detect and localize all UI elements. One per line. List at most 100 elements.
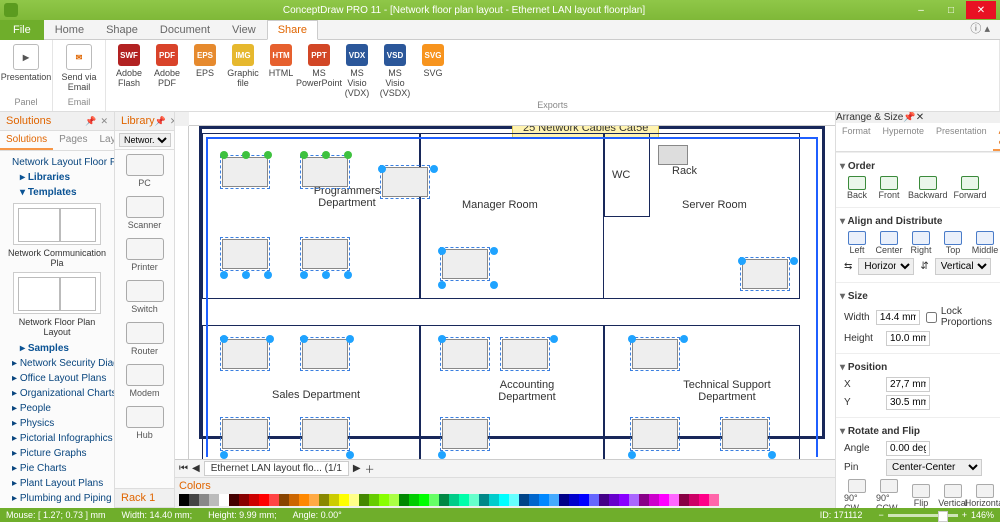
subtab-solutions[interactable]: Solutions	[0, 131, 53, 150]
tab-home[interactable]: Home	[44, 20, 95, 40]
x-input[interactable]	[886, 377, 930, 392]
color-swatch[interactable]	[189, 494, 199, 506]
color-swatch[interactable]	[249, 494, 259, 506]
export-eps[interactable]: EPSEPS	[188, 44, 222, 98]
section-size[interactable]: Size	[840, 291, 992, 302]
color-swatch[interactable]	[569, 494, 579, 506]
tab-shape[interactable]: Shape	[95, 20, 149, 40]
pc-shape[interactable]	[722, 419, 768, 449]
color-swatch[interactable]	[509, 494, 519, 506]
tree-node[interactable]: ▸ Organizational Charts	[4, 386, 110, 401]
pc-shape[interactable]	[222, 157, 268, 187]
color-swatch[interactable]	[659, 494, 669, 506]
distribute-h-select[interactable]: Horizontal	[858, 258, 914, 275]
export-vdx[interactable]: VDXMS Visio (VDX)	[340, 44, 374, 98]
pc-shape[interactable]	[502, 339, 548, 369]
export-vsdx[interactable]: VSDMS Visio (VSDX)	[378, 44, 412, 98]
color-swatch[interactable]	[449, 494, 459, 506]
close-panel-icon[interactable]: ✕	[100, 116, 108, 127]
pc-shape[interactable]	[302, 339, 348, 369]
color-swatch[interactable]	[409, 494, 419, 506]
color-swatch[interactable]	[289, 494, 299, 506]
sheet-nav-first[interactable]: ⏮	[179, 463, 188, 474]
color-swatch[interactable]	[429, 494, 439, 506]
library-rack-header[interactable]: Rack 1	[115, 488, 174, 508]
color-swatch[interactable]	[539, 494, 549, 506]
color-swatch[interactable]	[479, 494, 489, 506]
sheet-nav-prev[interactable]: ◀	[192, 463, 200, 474]
tree-node[interactable]: ▸ Pictorial Infographics	[4, 431, 110, 446]
color-swatch[interactable]	[629, 494, 639, 506]
flip-vertical[interactable]: Vertical	[940, 484, 966, 508]
export-flash[interactable]: SWFAdobe Flash	[112, 44, 146, 98]
solutions-tree[interactable]: Network Layout Floor Plans ▸ Libraries ▾…	[0, 151, 114, 508]
color-swatch[interactable]	[219, 494, 229, 506]
presentation-button[interactable]: ▶Presentation	[6, 44, 46, 95]
color-swatch[interactable]	[379, 494, 389, 506]
drawing-canvas[interactable]: 25 Network Cables Cat5e Programmers Depa…	[189, 126, 835, 459]
pin-icon[interactable]: 📌	[155, 116, 166, 127]
export-ppt[interactable]: PPTMS PowerPoint	[302, 44, 336, 98]
library-item-pc[interactable]: PC	[115, 150, 174, 192]
pin-icon[interactable]: 📌	[903, 112, 915, 123]
tree-node[interactable]: ▸ People	[4, 401, 110, 416]
color-swatch[interactable]	[609, 494, 619, 506]
color-swatch[interactable]	[309, 494, 319, 506]
tree-node[interactable]: Network Layout Floor Plans	[4, 155, 110, 170]
color-swatch[interactable]	[229, 494, 239, 506]
color-swatch[interactable]	[669, 494, 679, 506]
y-input[interactable]	[886, 395, 930, 410]
library-item-router[interactable]: Router	[115, 318, 174, 360]
sheet-add[interactable]: ＋	[365, 461, 375, 476]
floorplan[interactable]: 25 Network Cables Cat5e Programmers Depa…	[199, 126, 825, 439]
angle-input[interactable]	[886, 441, 930, 456]
order-forward[interactable]: Forward	[954, 176, 987, 200]
export-pdf[interactable]: PDFAdobe PDF	[150, 44, 184, 98]
flip[interactable]: Flip	[908, 484, 934, 508]
sheet-nav-next[interactable]: ▶	[353, 463, 361, 474]
order-back[interactable]: Back	[844, 176, 870, 200]
lock-proportions-check[interactable]	[926, 312, 937, 323]
pc-shape[interactable]	[222, 339, 268, 369]
tree-node[interactable]: ▸ Pie Charts	[4, 461, 110, 476]
library-select[interactable]: Networ...	[119, 133, 171, 147]
color-swatch[interactable]	[589, 494, 599, 506]
color-swatch[interactable]	[329, 494, 339, 506]
subtab-arrange[interactable]: Arrange & Size	[993, 123, 1000, 151]
tree-node-samples[interactable]: ▸ Samples	[4, 341, 110, 356]
section-align[interactable]: Align and Distribute	[840, 216, 992, 227]
color-swatch[interactable]	[299, 494, 309, 506]
color-swatch[interactable]	[269, 494, 279, 506]
section-position[interactable]: Position	[840, 362, 992, 373]
library-item-scanner[interactable]: Scanner	[115, 192, 174, 234]
color-swatch[interactable]	[699, 494, 709, 506]
pc-shape[interactable]	[222, 239, 268, 269]
color-swatch[interactable]	[529, 494, 539, 506]
color-swatch[interactable]	[369, 494, 379, 506]
tree-node-libraries[interactable]: ▸ Libraries	[4, 170, 110, 185]
tree-node[interactable]: ▸ Network Security Diagrams	[4, 356, 110, 371]
color-swatch[interactable]	[179, 494, 189, 506]
color-swatch[interactable]	[419, 494, 429, 506]
height-input[interactable]	[886, 331, 930, 346]
pc-shape[interactable]	[382, 167, 428, 197]
color-swatch[interactable]	[209, 494, 219, 506]
align-right[interactable]: Right	[908, 231, 934, 255]
rotate-cw[interactable]: 90° CW	[844, 479, 870, 508]
color-swatch[interactable]	[319, 494, 329, 506]
align-top[interactable]: Top	[940, 231, 966, 255]
subtab-layers[interactable]: Layers	[94, 131, 116, 150]
pc-shape[interactable]	[302, 239, 348, 269]
pc-shape[interactable]	[222, 419, 268, 449]
color-swatch[interactable]	[559, 494, 569, 506]
color-swatch[interactable]	[279, 494, 289, 506]
library-item-printer[interactable]: Printer	[115, 234, 174, 276]
color-swatch[interactable]	[339, 494, 349, 506]
close-panel-icon[interactable]: ✕	[916, 112, 924, 123]
order-front[interactable]: Front	[876, 176, 902, 200]
tree-node[interactable]: ▸ Plant Layout Plans	[4, 476, 110, 491]
tab-view[interactable]: View	[221, 20, 267, 40]
color-swatch[interactable]	[389, 494, 399, 506]
color-swatch[interactable]	[469, 494, 479, 506]
color-swatch[interactable]	[399, 494, 409, 506]
